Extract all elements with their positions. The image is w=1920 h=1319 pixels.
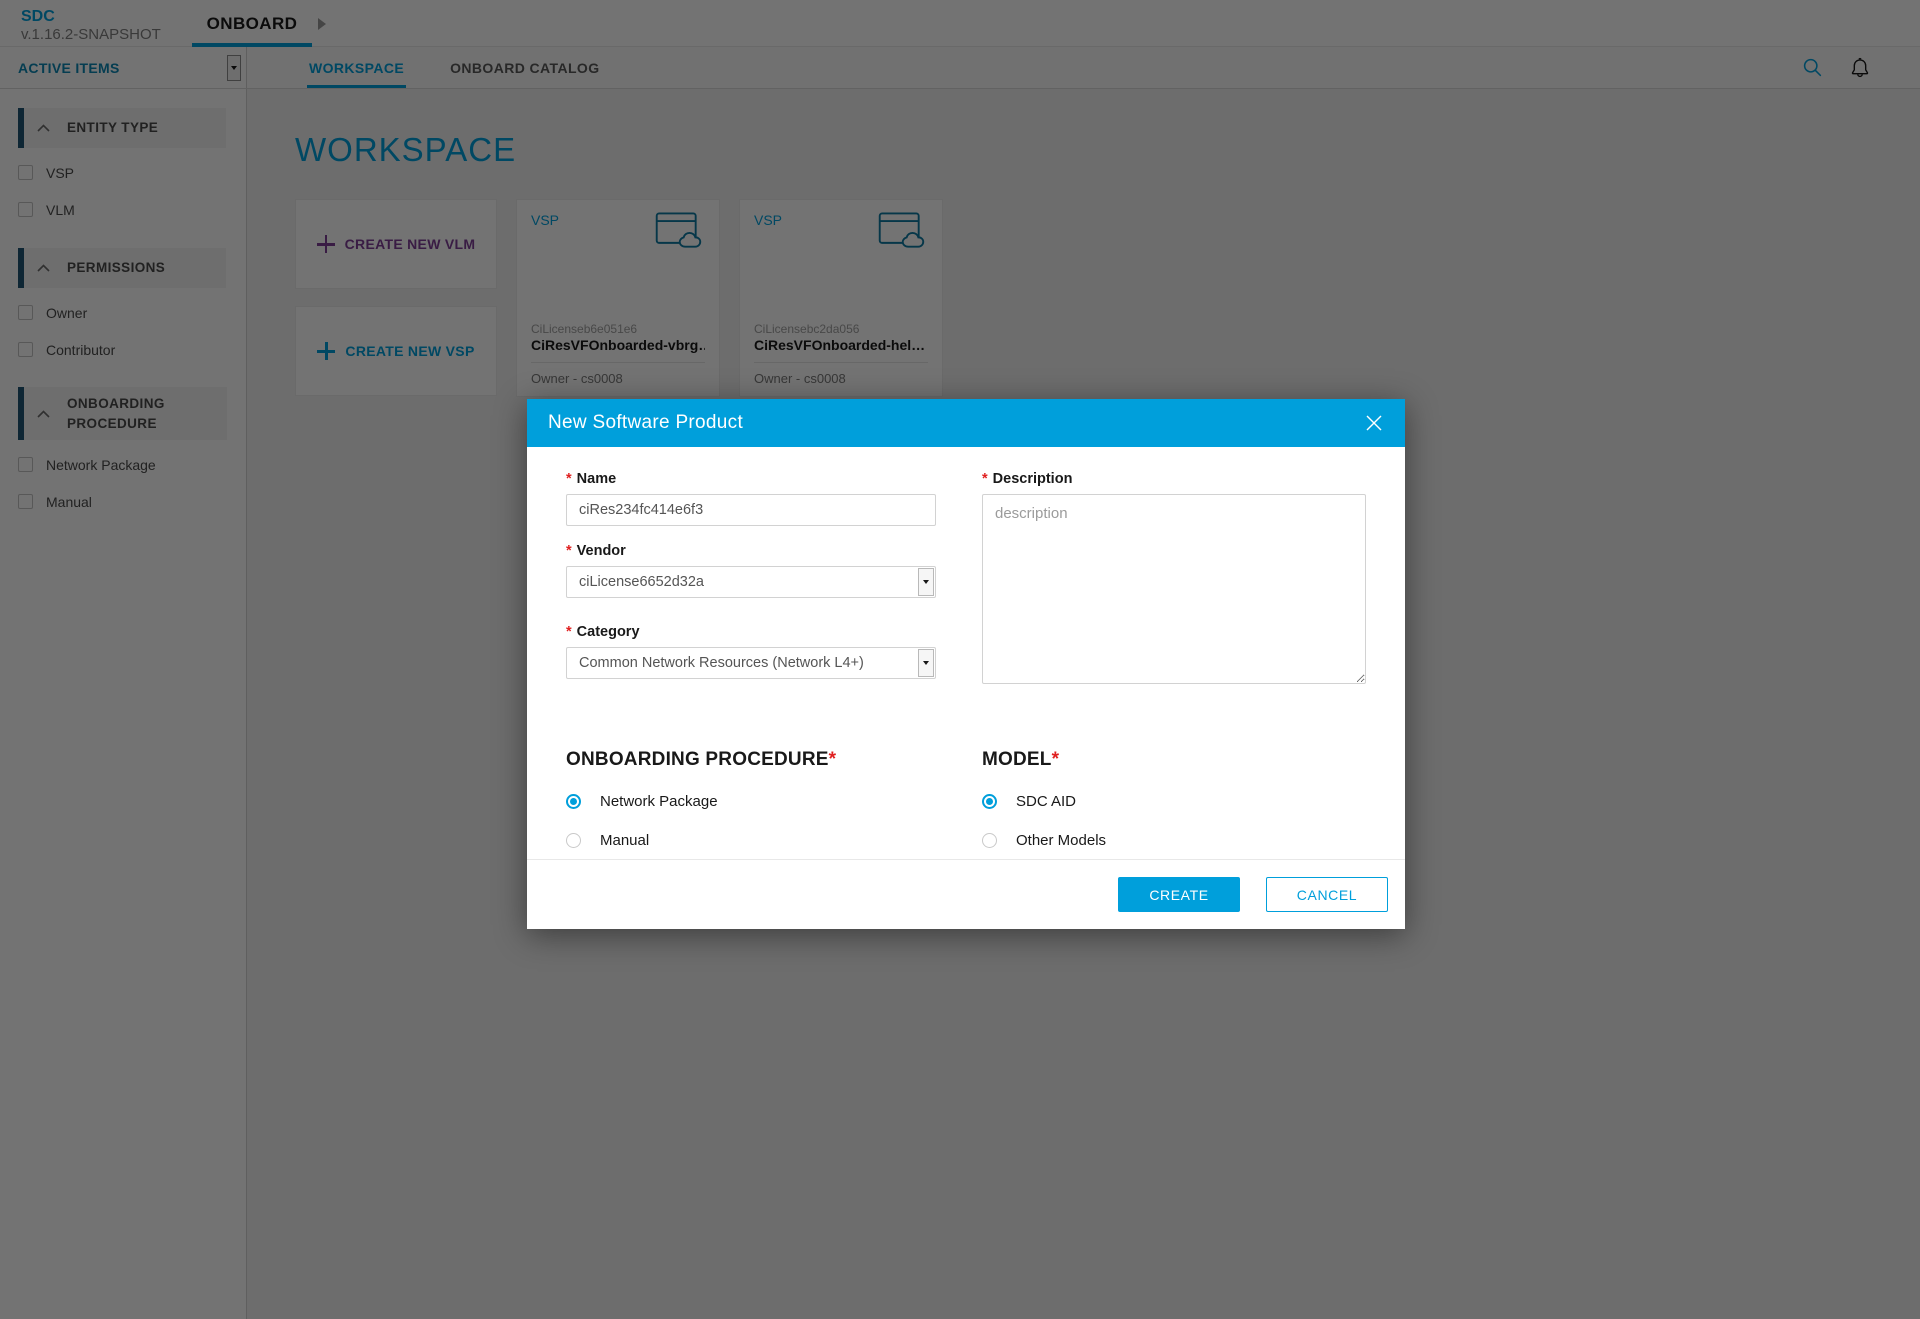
caret-down-icon [923,580,929,584]
radio-label: Manual [600,832,649,849]
radio-unselected-icon[interactable] [982,833,997,848]
modal-title: New Software Product [548,412,743,434]
form-row: * Name * Vendor ciLicense6652d32a [566,471,1366,689]
description-label: * Description [982,471,1366,487]
required-asterisk: * [982,471,988,487]
radio-label: Other Models [1016,832,1106,849]
new-software-product-modal: New Software Product * Name [527,399,1405,929]
close-icon[interactable] [1363,412,1385,434]
required-asterisk: * [1052,749,1060,771]
model-heading: MODEL* [982,749,1366,771]
vendor-field-group: * Vendor ciLicense6652d32a [566,543,936,598]
radio-other-models[interactable]: Other Models [982,832,1366,849]
required-asterisk: * [566,624,572,640]
category-field-group: * Category Common Network Resources (Net… [566,624,936,679]
select-caret [918,649,934,677]
model-title: MODEL [982,749,1052,771]
caret-down-icon [923,661,929,665]
vendor-label: * Vendor [566,543,936,559]
required-asterisk: * [566,471,572,487]
category-select-value: Common Network Resources (Network L4+) [567,648,917,678]
name-input[interactable] [566,494,936,526]
category-label: * Category [566,624,936,640]
vendor-select[interactable]: ciLicense6652d32a [566,566,936,598]
radio-row: ONBOARDING PROCEDURE* Network Package Ma… [566,749,1366,849]
onboarding-procedure-section: ONBOARDING PROCEDURE* Network Package Ma… [566,749,936,849]
required-asterisk: * [829,749,837,771]
radio-selected-icon[interactable] [982,794,997,809]
name-field-group: * Name [566,471,936,526]
onboarding-procedure-title: ONBOARDING PROCEDURE [566,749,829,771]
onboarding-procedure-heading: ONBOARDING PROCEDURE* [566,749,936,771]
select-caret [918,568,934,596]
radio-unselected-icon[interactable] [566,833,581,848]
create-button[interactable]: CREATE [1118,877,1240,912]
cancel-button[interactable]: CANCEL [1266,877,1388,912]
name-label-text: Name [577,471,617,487]
radio-sdc-aid[interactable]: SDC AID [982,793,1366,810]
model-options: SDC AID Other Models [982,793,1366,849]
screen: SDC v.1.16.2-SNAPSHOT ONBOARD ACTIVE ITE… [0,0,1920,1319]
radio-network-package[interactable]: Network Package [566,793,936,810]
radio-label: SDC AID [1016,793,1076,810]
description-textarea[interactable] [982,494,1366,684]
modal-body: * Name * Vendor ciLicense6652d32a [527,447,1405,859]
category-label-text: Category [577,624,640,640]
name-label: * Name [566,471,936,487]
vendor-label-text: Vendor [577,543,626,559]
model-section: MODEL* SDC AID Other Models [982,749,1366,849]
onboarding-procedure-options: Network Package Manual [566,793,936,849]
form-left-column: * Name * Vendor ciLicense6652d32a [566,471,936,689]
modal-header: New Software Product [527,399,1405,447]
radio-label: Network Package [600,793,718,810]
radio-manual[interactable]: Manual [566,832,936,849]
radio-selected-icon[interactable] [566,794,581,809]
description-label-text: Description [993,471,1073,487]
category-select[interactable]: Common Network Resources (Network L4+) [566,647,936,679]
required-asterisk: * [566,543,572,559]
vendor-select-value: ciLicense6652d32a [567,567,917,597]
form-right-column: * Description [982,471,1366,689]
modal-footer: CREATE CANCEL [527,859,1405,929]
